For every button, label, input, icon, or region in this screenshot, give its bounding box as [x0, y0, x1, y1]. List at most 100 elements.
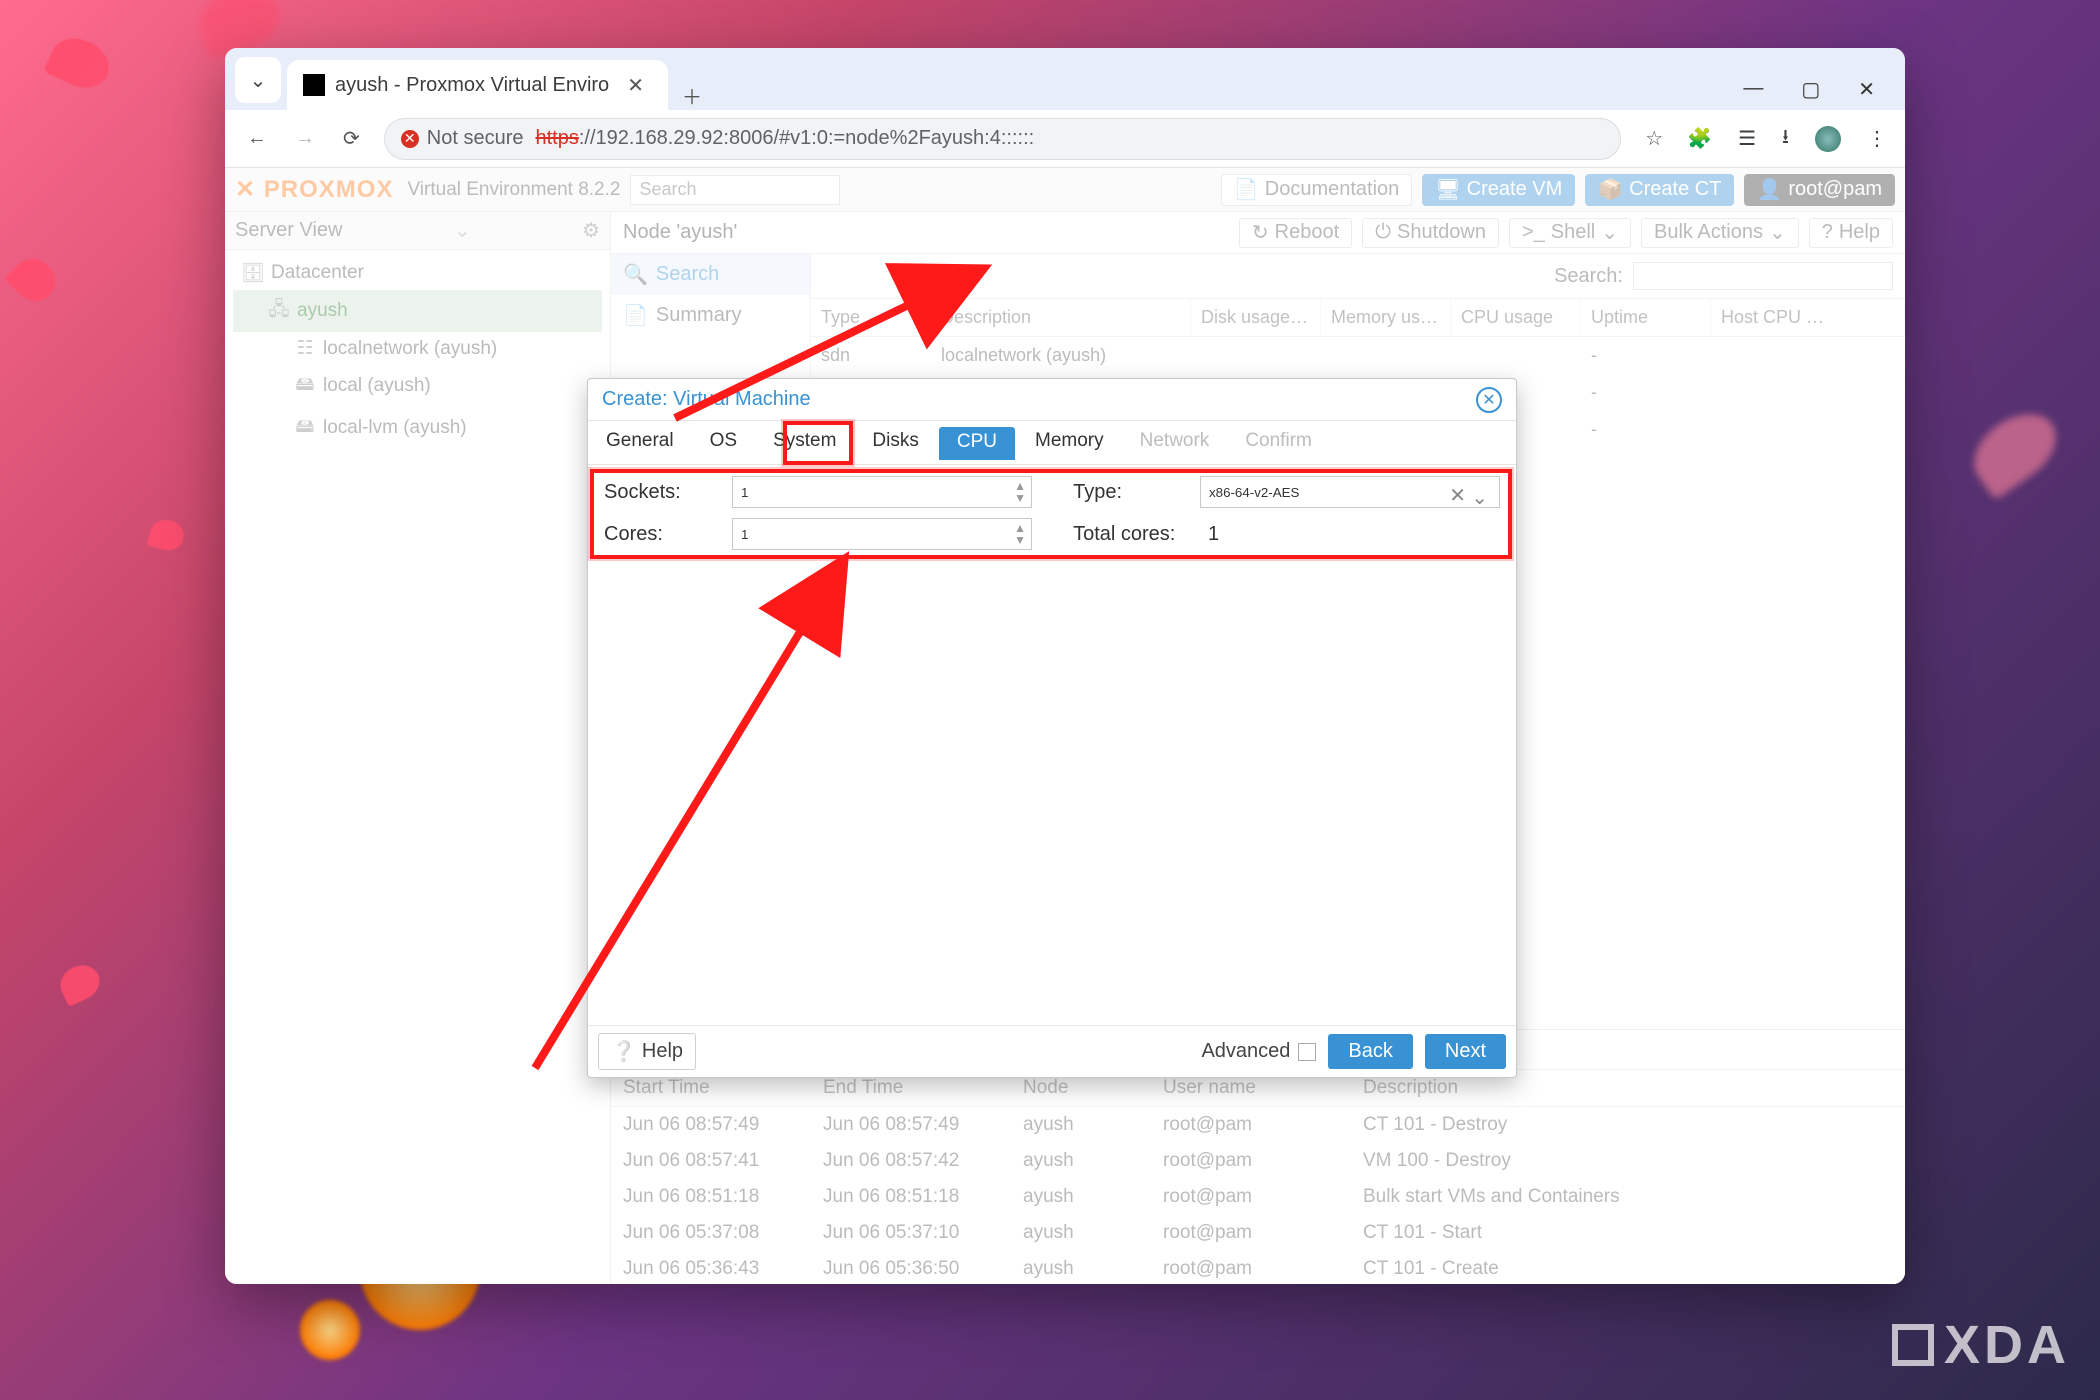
spinner-down-icon[interactable]: ▼: [1014, 535, 1026, 545]
type-label: Type:: [1067, 471, 1194, 513]
tab-disks[interactable]: Disks: [854, 421, 936, 464]
subnav-search[interactable]: 🔍 Search: [611, 254, 810, 295]
task-row[interactable]: Jun 06 05:36:43Jun 06 05:36:50ayushroot@…: [611, 1251, 1905, 1284]
grid-header: TypeDescriptionDisk usage…Memory us…CPU …: [811, 298, 1905, 337]
breadcrumb: Node 'ayush': [623, 221, 737, 244]
pve-header: ✕ PROXMOX Virtual Environment 8.2.2 📄 Do…: [225, 168, 1905, 212]
nav-back-icon[interactable]: ←: [243, 123, 271, 154]
create-ct-button[interactable]: 📦 Create CT: [1585, 174, 1734, 206]
global-search-input[interactable]: [630, 175, 840, 205]
tab-cpu[interactable]: CPU: [939, 427, 1015, 460]
grid-row[interactable]: sdnlocalnetwork (ayush)-: [811, 337, 1905, 374]
chevron-down-icon[interactable]: ⌄: [1471, 485, 1488, 510]
nav-forward-icon[interactable]: →: [291, 123, 319, 154]
bulk-actions-button[interactable]: Bulk Actions ⌄: [1641, 218, 1799, 248]
tree-datacenter[interactable]: 🗄Datacenter: [233, 256, 602, 290]
spinner-down-icon[interactable]: ▼: [1014, 493, 1026, 503]
checkbox-icon[interactable]: [1298, 1043, 1316, 1061]
cores-label: Cores:: [598, 513, 726, 555]
tab-memory[interactable]: Memory: [1017, 421, 1122, 464]
version-text: Virtual Environment 8.2.2: [407, 179, 620, 201]
spinner-up-icon[interactable]: ▲: [1014, 481, 1026, 491]
modal-help-button[interactable]: ❔ Help: [598, 1033, 696, 1070]
tab-os[interactable]: OS: [692, 421, 755, 464]
wizard-tabs: General OS System Disks CPU Memory Netwo…: [588, 421, 1516, 465]
shell-button[interactable]: >_ Shell ⌄: [1509, 218, 1631, 248]
omnibox[interactable]: ✕ Not secure https://192.168.29.92:8006/…: [384, 118, 1621, 160]
content-toolbar: Node 'ayush' ↻ Reboot ⏻ Shutdown >_ Shel…: [611, 212, 1905, 254]
url-text: https://192.168.29.92:8006/#v1:0:=node%2…: [535, 127, 1034, 150]
bookmark-star-icon[interactable]: ☆: [1641, 122, 1667, 155]
clear-icon[interactable]: ✕: [1449, 483, 1466, 508]
tab-search-button[interactable]: ⌄: [235, 57, 281, 103]
nav-reload-icon[interactable]: ⟳: [339, 122, 364, 155]
window-minimize-icon[interactable]: —: [1743, 77, 1763, 102]
reading-list-icon[interactable]: ☰: [1738, 126, 1756, 151]
view-selector-label: Server View: [235, 219, 342, 242]
task-row[interactable]: Jun 06 08:57:49Jun 06 08:57:49ayushroot@…: [611, 1107, 1905, 1143]
tree-storage-local-lvm[interactable]: 🖴local-lvm (ayush): [233, 407, 602, 449]
tree-settings-icon[interactable]: ⚙: [582, 218, 600, 243]
back-button[interactable]: Back: [1328, 1034, 1412, 1069]
not-secure-icon: ✕: [401, 130, 419, 148]
extensions-icon[interactable]: 🧩: [1687, 126, 1712, 151]
advanced-toggle[interactable]: Advanced: [1201, 1040, 1316, 1063]
tab-title: ayush - Proxmox Virtual Enviro: [335, 74, 609, 97]
modal-close-icon[interactable]: ✕: [1476, 387, 1502, 413]
proxmox-app: ✕ PROXMOX Virtual Environment 8.2.2 📄 Do…: [225, 168, 1905, 1284]
subnav-summary[interactable]: 📄 Summary: [611, 295, 810, 336]
create-vm-modal: Create: Virtual Machine ✕ General OS Sys…: [587, 378, 1517, 1078]
xda-logo-icon: [1892, 1324, 1934, 1366]
tab-confirm: Confirm: [1227, 421, 1330, 464]
node-icon: 🖧: [269, 295, 289, 327]
browser-window: ⌄ ayush - Proxmox Virtual Enviro ✕ ＋ — ▢…: [225, 48, 1905, 1284]
new-tab-button[interactable]: ＋: [674, 81, 710, 110]
tree-node-ayush[interactable]: 🖧ayush: [233, 290, 602, 332]
tab-network: Network: [1122, 421, 1228, 464]
modal-footer: ❔ Help Advanced Back Next: [588, 1025, 1516, 1077]
task-row[interactable]: Jun 06 08:57:41Jun 06 08:57:42ayushroot@…: [611, 1143, 1905, 1179]
network-icon: ☷: [295, 337, 315, 360]
sockets-input[interactable]: [732, 476, 1032, 508]
reboot-button[interactable]: ↻ Reboot: [1239, 218, 1352, 248]
total-cores-value: 1: [1194, 513, 1506, 555]
cores-input[interactable]: [732, 518, 1032, 550]
tab-close-icon[interactable]: ✕: [619, 73, 652, 98]
next-button[interactable]: Next: [1425, 1034, 1506, 1069]
modal-title: Create: Virtual Machine: [602, 388, 811, 411]
window-maximize-icon[interactable]: ▢: [1801, 77, 1820, 102]
modal-title-bar: Create: Virtual Machine ✕: [588, 379, 1516, 421]
spinner-up-icon[interactable]: ▲: [1014, 523, 1026, 533]
resource-tree-pane: Server View ⌄ ⚙ 🗄Datacenter 🖧ayush ☷loca…: [225, 212, 611, 1284]
help-button[interactable]: ? Help: [1809, 218, 1893, 248]
disk-icon: 🖴: [295, 370, 315, 402]
grid-search-input[interactable]: [1633, 262, 1893, 290]
security-label: Not secure: [427, 127, 524, 150]
total-cores-label: Total cores:: [1067, 513, 1194, 555]
create-vm-button[interactable]: 🖥 Create VM: [1422, 174, 1575, 206]
tab-general[interactable]: General: [588, 421, 692, 464]
window-close-icon[interactable]: ✕: [1858, 77, 1875, 102]
server-icon: 🗄: [243, 261, 263, 285]
security-chip[interactable]: ✕ Not secure: [401, 127, 524, 150]
task-row[interactable]: Jun 06 05:37:08Jun 06 05:37:10ayushroot@…: [611, 1215, 1905, 1251]
view-selector[interactable]: Server View ⌄ ⚙: [225, 212, 610, 250]
task-row[interactable]: Jun 06 08:51:18Jun 06 08:51:18ayushroot@…: [611, 1179, 1905, 1215]
browser-menu-icon[interactable]: ⋮: [1867, 126, 1887, 151]
tree-localnetwork[interactable]: ☷localnetwork (ayush): [233, 332, 602, 365]
address-bar: ← → ⟳ ✕ Not secure https://192.168.29.92…: [225, 110, 1905, 168]
tab-favicon: [303, 74, 325, 96]
shutdown-button[interactable]: ⏻ Shutdown: [1362, 218, 1499, 248]
user-menu-button[interactable]: 👤 root@pam: [1744, 174, 1895, 206]
tree-storage-local[interactable]: 🖴local (ayush): [233, 365, 602, 407]
xda-watermark: XDA: [1892, 1314, 2070, 1376]
browser-tabstrip: ⌄ ayush - Proxmox Virtual Enviro ✕ ＋ — ▢…: [225, 48, 1905, 110]
profile-avatar[interactable]: [1815, 126, 1841, 152]
browser-tab-active[interactable]: ayush - Proxmox Virtual Enviro ✕: [287, 60, 668, 110]
disk-icon: 🖴: [295, 412, 315, 444]
documentation-button[interactable]: 📄 Documentation: [1221, 174, 1412, 206]
modal-body: Sockets: ▲▼ Type: ✕⌄ Cores: ▲▼ Total cor…: [588, 465, 1516, 1025]
chevron-down-icon: ⌄: [454, 218, 471, 243]
tab-system[interactable]: System: [755, 421, 854, 464]
downloads-icon[interactable]: ⭳: [1782, 122, 1789, 156]
